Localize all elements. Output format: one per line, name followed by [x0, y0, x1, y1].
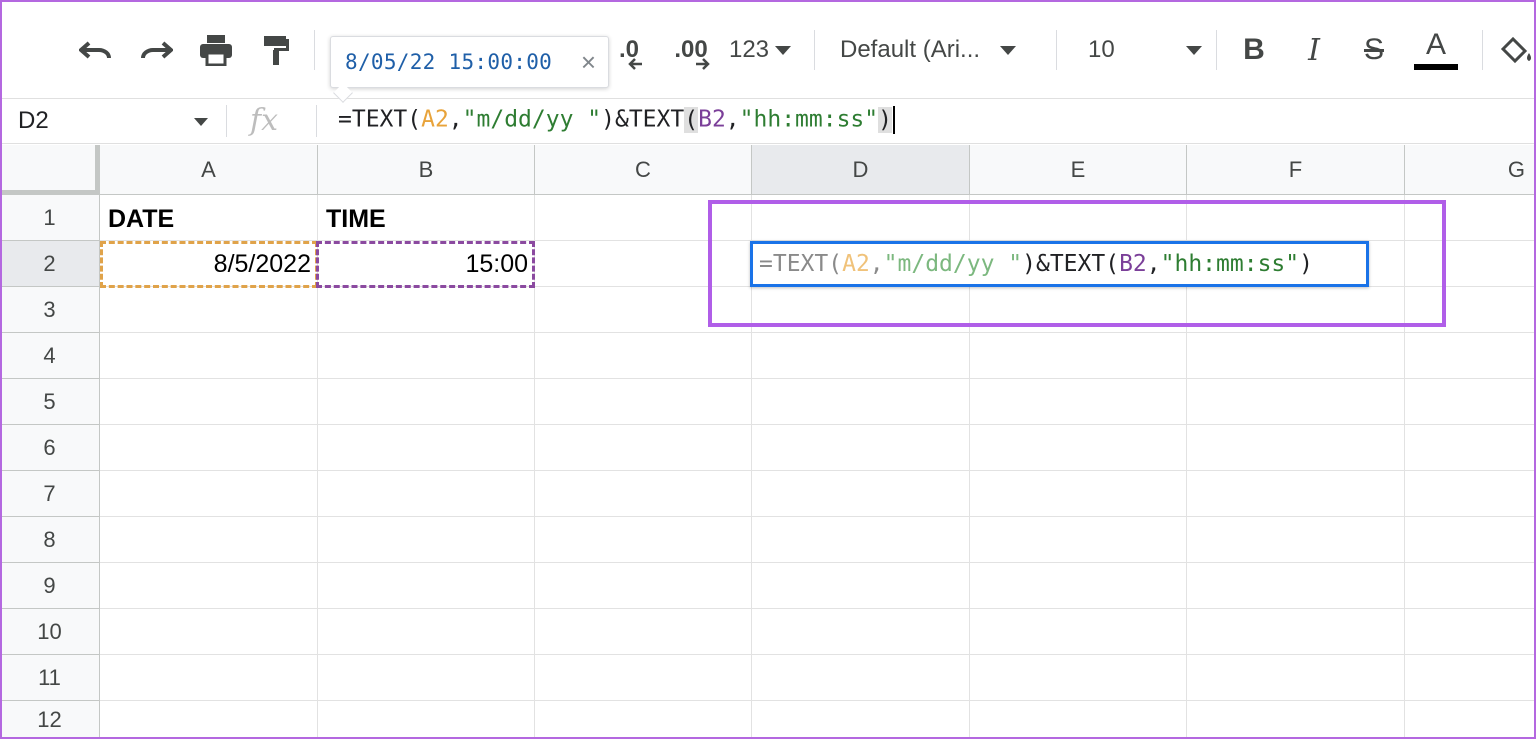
cell-b1[interactable]: TIME: [318, 197, 534, 241]
editor-token: ,: [869, 251, 884, 277]
editor-token: )&TEXT(: [1022, 251, 1120, 277]
arrow-left-icon: [628, 58, 642, 70]
arrow-right-icon: [696, 58, 710, 70]
formula-paren-open: (: [684, 106, 699, 133]
text-cursor: [893, 106, 895, 134]
row-header-4[interactable]: 4: [0, 333, 100, 379]
column-header-b[interactable]: B: [318, 145, 535, 195]
spreadsheet-grid: A B C D E F G 1 2 3 4 5 6 7 8 9 10 11 12…: [0, 145, 1536, 739]
text-color-swatch: [1414, 64, 1458, 70]
toolbar: .0 .00 123 Default (Ari... 10 B I S A: [0, 0, 1536, 98]
print-icon[interactable]: [194, 26, 238, 74]
bold-button[interactable]: B: [1234, 26, 1274, 74]
row-header-2[interactable]: 2: [0, 241, 100, 287]
formula-paren-close: ): [878, 106, 892, 133]
undo-icon[interactable]: [74, 26, 118, 74]
font-size-dropdown[interactable]: 10: [1088, 26, 1202, 74]
editor-ref-b2: B2: [1119, 251, 1147, 277]
column-header-g[interactable]: G: [1405, 145, 1536, 195]
row-header-3[interactable]: 3: [0, 287, 100, 333]
row-header-9[interactable]: 9: [0, 563, 100, 609]
bold-icon: B: [1243, 33, 1265, 66]
cell-a1[interactable]: DATE: [100, 197, 317, 241]
row-header-1[interactable]: 1: [0, 195, 100, 241]
font-family-label: Default (Ari...: [840, 36, 981, 63]
row-header-6[interactable]: 6: [0, 425, 100, 471]
chevron-down-icon[interactable]: [194, 118, 208, 126]
strikethrough-icon: S: [1363, 33, 1384, 66]
toolbar-divider: [1482, 30, 1483, 70]
toolbar-divider: [1056, 30, 1057, 70]
column-header-f[interactable]: F: [1187, 145, 1405, 195]
reference-highlight-a2: [100, 241, 318, 288]
formula-bar-divider: [226, 105, 227, 137]
increase-decimal-button[interactable]: .00: [664, 26, 718, 74]
gridline: [100, 608, 1536, 609]
chevron-down-icon: [1000, 45, 1017, 55]
redo-icon[interactable]: [134, 26, 178, 74]
decrease-decimal-button[interactable]: .0: [606, 26, 652, 74]
fill-color-icon[interactable]: [1496, 26, 1536, 74]
column-header-d[interactable]: D: [752, 145, 970, 195]
italic-button[interactable]: I: [1294, 26, 1334, 74]
gridline: [100, 516, 1536, 517]
editor-token: ): [1299, 251, 1313, 277]
font-family-dropdown[interactable]: Default (Ari...: [840, 26, 1040, 74]
toolbar-divider: [1216, 30, 1217, 70]
editor-string-time: "hh:mm:ss": [1160, 251, 1300, 277]
number-format-label: 123: [728, 36, 770, 63]
formula-input[interactable]: =TEXT(A2,"m/dd/yy ")&TEXT(B2,"hh:mm:ss"): [338, 106, 895, 134]
toolbar-divider: [814, 30, 815, 70]
formula-ref-b2: B2: [698, 106, 726, 133]
close-icon[interactable]: ×: [581, 49, 596, 75]
gridline: [100, 378, 1536, 379]
editor-token: =TEXT(: [759, 251, 843, 277]
editor-string-date: "m/dd/yy ": [883, 251, 1023, 277]
formula-string-date: "m/dd/yy ": [462, 106, 602, 133]
gridline: [100, 470, 1536, 471]
gridline: [100, 700, 1536, 701]
editor-ref-a2: A2: [842, 251, 870, 277]
formula-bar: D2 fx =TEXT(A2,"m/dd/yy ")&TEXT(B2,"hh:m…: [0, 98, 1536, 144]
formula-string-time: "hh:mm:ss": [739, 106, 879, 133]
toolbar-divider: [314, 30, 315, 70]
row-header-11[interactable]: 11: [0, 655, 100, 701]
italic-icon: I: [1308, 32, 1320, 68]
row-header-7[interactable]: 7: [0, 471, 100, 517]
chevron-down-icon: [775, 45, 792, 55]
column-header-c[interactable]: C: [535, 145, 752, 195]
column-header-a[interactable]: A: [100, 145, 318, 195]
formula-result-tooltip: 8/05/22 15:00:00 ×: [330, 36, 609, 88]
text-color-button[interactable]: A: [1412, 26, 1460, 74]
number-format-dropdown[interactable]: 123: [724, 26, 796, 74]
fx-icon: fx: [250, 103, 279, 138]
tooltip-value: 8/05/22 15:00:00: [345, 50, 553, 74]
name-box[interactable]: D2: [0, 99, 226, 143]
gridline: [100, 562, 1536, 563]
row-header-8[interactable]: 8: [0, 517, 100, 563]
formula-token: =TEXT(: [338, 106, 422, 133]
column-header-e[interactable]: E: [970, 145, 1187, 195]
formula-ref-a2: A2: [421, 106, 449, 133]
row-header-5[interactable]: 5: [0, 379, 100, 425]
gridline: [100, 654, 1536, 655]
formula-token: ,: [725, 106, 740, 133]
gridline: [100, 332, 1536, 333]
formula-token: )&TEXT: [601, 106, 685, 133]
formula-token: ,: [448, 106, 463, 133]
editor-token: ,: [1146, 251, 1161, 277]
row-header-10[interactable]: 10: [0, 609, 100, 655]
font-size-label: 10: [1088, 36, 1115, 63]
cell-d2-editor[interactable]: =TEXT(A2, "m/dd/yy ")&TEXT(B2, "hh:mm:ss"): [750, 241, 1369, 287]
reference-highlight-b2: [316, 241, 535, 288]
gridline: [100, 424, 1536, 425]
cell-reference: D2: [18, 107, 49, 134]
formula-bar-divider: [316, 105, 317, 137]
text-color-icon: A: [1425, 28, 1446, 61]
strikethrough-button[interactable]: S: [1354, 26, 1394, 74]
select-all-corner[interactable]: [0, 145, 100, 195]
paint-format-icon[interactable]: [256, 26, 296, 74]
chevron-down-icon: [1186, 45, 1202, 55]
row-header-12[interactable]: 12: [0, 701, 100, 739]
